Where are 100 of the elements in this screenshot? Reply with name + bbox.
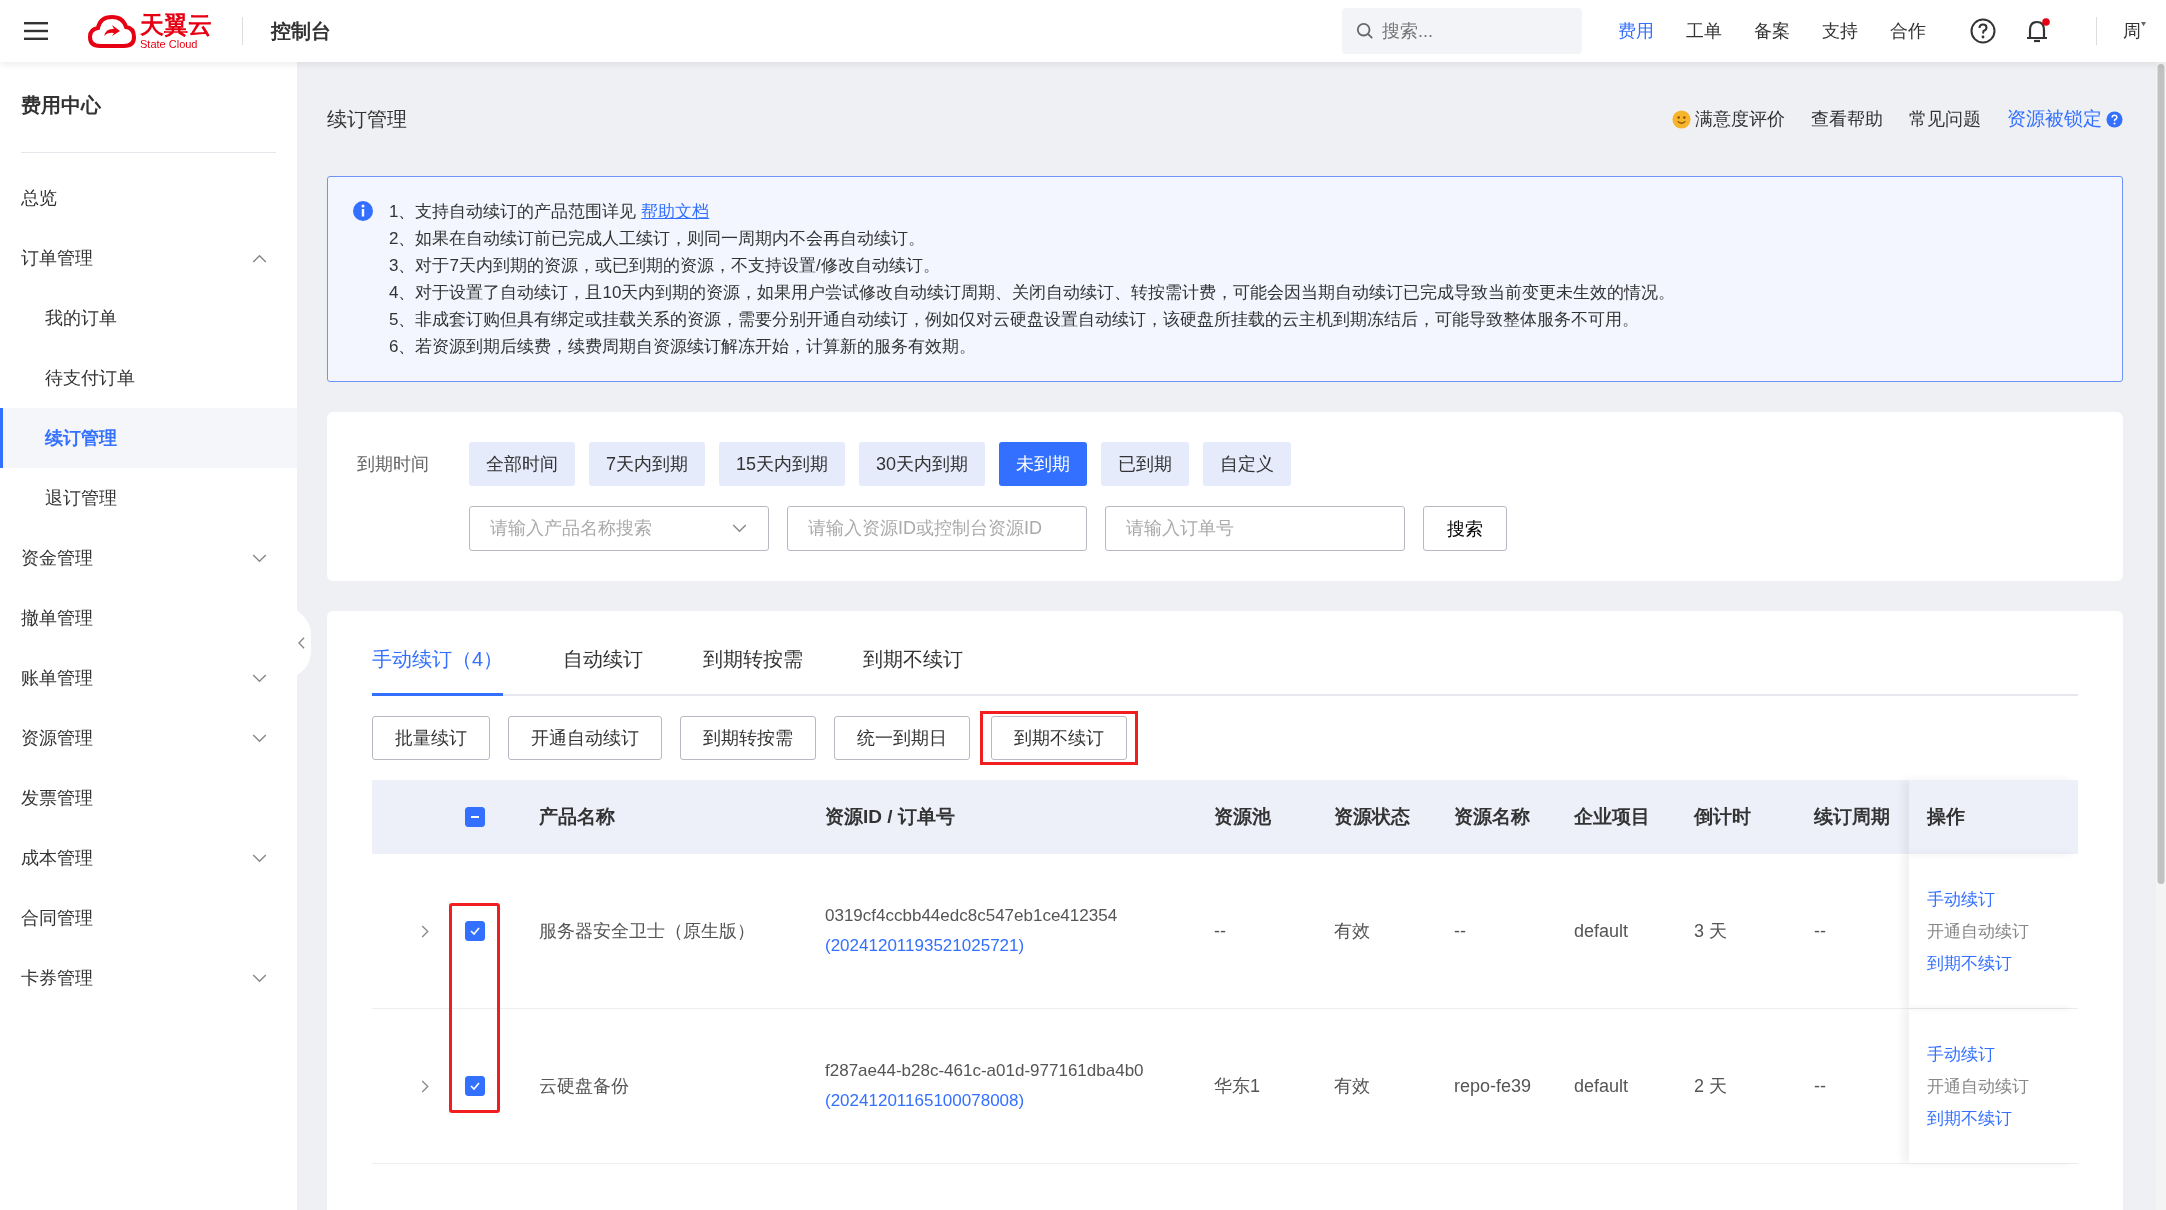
sidebar-item[interactable]: 合同管理	[0, 888, 297, 948]
chevron-down-icon	[252, 733, 267, 743]
sidebar-subitem[interactable]: 我的订单	[0, 288, 297, 348]
filter-option[interactable]: 30天内到期	[859, 442, 986, 486]
menu-icon[interactable]	[24, 22, 48, 40]
user-avatar[interactable]: 周	[2123, 19, 2141, 43]
sidebar-item[interactable]: 发票管理	[0, 768, 297, 828]
tab[interactable]: 到期不续订	[863, 625, 964, 696]
table-cell-text: --	[1454, 920, 1467, 942]
action-link[interactable]: 到期不续订	[1927, 951, 2076, 975]
cloud-logo-icon	[88, 14, 136, 48]
sidebar-subitem[interactable]: 待支付订单	[0, 348, 297, 408]
info-icon	[353, 201, 373, 221]
filter-option[interactable]: 7天内到期	[589, 442, 705, 486]
sidebar-item[interactable]: 订单管理	[0, 228, 297, 288]
sidebar-item[interactable]: 总览	[0, 168, 297, 228]
caret-icon	[2141, 22, 2146, 27]
search-button[interactable]: 搜索	[1423, 506, 1507, 551]
notice-text: 4、对于设置了自动续订，且10天内到期的资源，如果用户尝试修改自动续订周期、关闭自动续订、转按需计费，可能会因当期自动续订已完成导致当前变更未生效的情况。	[389, 282, 1676, 304]
order-number-link[interactable]: (20241201193521025721)	[825, 936, 1214, 956]
resource-id: f287ae44-b28c-461c-a01d-977161dba4b0	[825, 1061, 1145, 1081]
search-icon	[1356, 22, 1374, 40]
chevron-left-icon	[297, 637, 305, 649]
row-checkbox[interactable]	[465, 921, 485, 941]
nav-link[interactable]: 合作	[1890, 19, 1926, 43]
sidebar-item[interactable]: 成本管理	[0, 828, 297, 888]
sidebar-item[interactable]: 卡券管理	[0, 948, 297, 1008]
bell-icon[interactable]	[2024, 17, 2052, 45]
toolbar-button[interactable]: 到期不续订	[991, 716, 1127, 760]
action-link[interactable]: 手动续订	[1927, 887, 2076, 911]
filter-option[interactable]: 已到期	[1101, 442, 1190, 486]
row-checkbox[interactable]	[465, 1076, 485, 1096]
table-cell-text: default	[1574, 1075, 1630, 1097]
table-cell-text: 有效	[1334, 920, 1371, 943]
table-cell-text: 华东1	[1214, 1075, 1261, 1098]
tab[interactable]: 手动续订（4）	[372, 625, 504, 696]
column-header: 资源状态	[1334, 805, 1411, 829]
select-all-checkbox[interactable]	[465, 807, 485, 827]
nav-link[interactable]: 费用	[1618, 19, 1654, 43]
sidebar-item[interactable]: 撤单管理	[0, 588, 297, 648]
filter-option[interactable]: 15天内到期	[719, 442, 846, 486]
column-header: 操作	[1909, 780, 2076, 854]
tab[interactable]: 自动续订	[563, 625, 644, 696]
chevron-down-icon	[732, 524, 747, 533]
sidebar-item[interactable]: 资金管理	[0, 528, 297, 588]
column-header: 资源池	[1214, 805, 1272, 829]
table-cell-text: 3 天	[1694, 920, 1728, 943]
check-icon	[469, 925, 481, 937]
sidebar-title: 费用中心	[20, 93, 102, 118]
column-header: 续订周期	[1814, 805, 1891, 829]
chevron-right-icon[interactable]	[421, 924, 429, 938]
table-cell-text: 服务器安全卫士（原生版）	[539, 920, 756, 943]
nav-link[interactable]: 备案	[1754, 19, 1790, 43]
toolbar-button[interactable]: 到期转按需	[680, 716, 816, 760]
action-link[interactable]: 手动续订	[1927, 1042, 2076, 1066]
resource-id-field[interactable]: 请输入资源ID或控制台资源ID	[787, 506, 1087, 551]
header-link[interactable]: 查看帮助	[1811, 107, 1883, 131]
notice-text: 2、如果在自动续订前已完成人工续订，则同一周期内不会再自动续订。	[389, 228, 927, 250]
nav-link[interactable]: 支持	[1822, 19, 1858, 43]
table-cell-text: default	[1574, 920, 1630, 942]
smiley-icon	[1672, 109, 1691, 129]
filter-option[interactable]: 全部时间	[469, 442, 575, 486]
rating-link[interactable]: 满意度评价	[1695, 107, 1785, 131]
tab[interactable]: 到期转按需	[703, 625, 804, 696]
chevron-down-icon	[252, 673, 267, 683]
help-docs-link[interactable]: 帮助文档	[641, 202, 710, 221]
filter-option[interactable]: 自定义	[1203, 442, 1292, 486]
page-title: 续订管理	[327, 106, 407, 132]
order-number-link[interactable]: (20241201165100078008)	[825, 1091, 1214, 1111]
filter-option[interactable]: 未到期	[999, 442, 1088, 486]
order-number-field[interactable]: 请输入订单号	[1105, 506, 1405, 551]
notice-text: 3、对于7天内到期的资源，或已到期的资源，不支持设置/修改自动续订。	[389, 255, 941, 277]
resource-id: 0319cf4ccbb44edc8c547eb1ce412354	[825, 906, 1119, 926]
sidebar-item[interactable]: 账单管理	[0, 648, 297, 708]
chevron-down-icon	[252, 553, 267, 563]
action-link[interactable]: 到期不续订	[1927, 1106, 2076, 1130]
nav-link[interactable]: 工单	[1686, 19, 1722, 43]
chevron-up-icon	[252, 253, 267, 263]
locked-resources-link[interactable]: 资源被锁定	[2007, 106, 2102, 132]
chevron-right-icon[interactable]	[421, 1079, 429, 1093]
table-cell-text: repo-fe39	[1454, 1075, 1533, 1097]
sidebar-subitem[interactable]: 续订管理	[0, 408, 297, 468]
toolbar-button[interactable]: 批量续订	[372, 716, 490, 760]
toolbar-button[interactable]: 统一到期日	[834, 716, 970, 760]
table-cell-text: --	[1814, 920, 1827, 942]
sidebar-item[interactable]: 资源管理	[0, 708, 297, 768]
table-cell-text: 云硬盘备份	[539, 1075, 630, 1098]
product-select[interactable]: 请输入产品名称搜索	[469, 506, 769, 551]
chevron-down-icon	[252, 973, 267, 983]
header-link[interactable]: 常见问题	[1909, 107, 1981, 131]
search-field[interactable]: 搜索...	[1342, 8, 1582, 54]
chevron-down-icon	[252, 853, 267, 863]
notice-text: 5、非成套订购但具有绑定或挂载关系的资源，需要分别开通自动续订，例如仅对云硬盘设置自动续订，该硬盘所挂载的云主机到期冻结后，可能导致整体服务不可用。	[389, 309, 1641, 331]
notice-text: 6、若资源到期后续费，续费周期自资源续订解冻开始，计算新的服务有效期。	[389, 336, 978, 358]
column-header: 企业项目	[1574, 805, 1651, 829]
toolbar-button[interactable]: 开通自动续订	[508, 716, 662, 760]
filter-label: 到期时间	[357, 453, 430, 476]
console-title: 控制台	[271, 18, 331, 44]
help-icon[interactable]	[1970, 18, 1996, 44]
sidebar-subitem[interactable]: 退订管理	[0, 468, 297, 528]
